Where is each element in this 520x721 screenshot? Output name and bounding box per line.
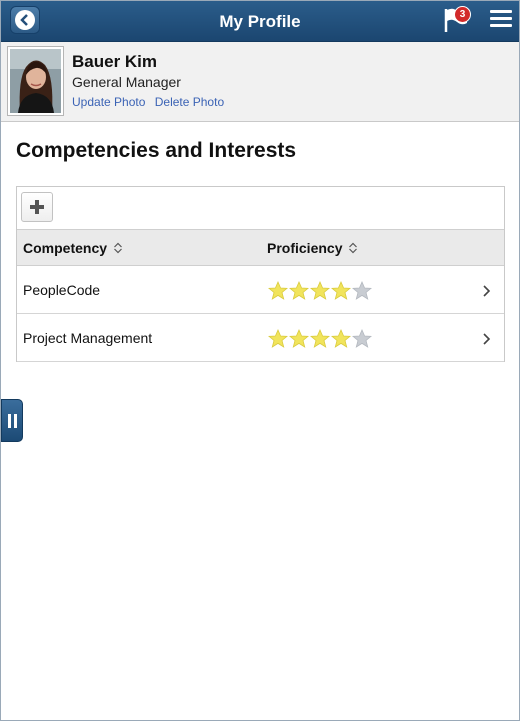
side-panel-toggle[interactable] [1,399,23,442]
grid-header-row: Competency Proficiency [17,229,504,266]
star-filled-icon [310,281,330,300]
profile-banner: Bauer Kim General Manager Update Photo D… [1,42,519,122]
star-empty-icon [352,281,372,300]
proficiency-column-label: Proficiency [267,240,343,256]
competency-name: Project Management [23,330,153,346]
photo-links: Update Photo Delete Photo [72,95,230,109]
sort-icon [349,242,358,254]
star-empty-icon [352,329,372,348]
star-filled-icon [331,281,351,300]
proficiency-stars [268,329,373,348]
star-filled-icon [289,329,309,348]
profile-job-title: General Manager [72,74,181,90]
table-row[interactable]: PeopleCode [17,266,504,314]
star-filled-icon [289,281,309,300]
competency-column-label: Competency [23,240,108,256]
sort-icon [114,242,122,254]
plus-icon [30,200,44,214]
page-title: My Profile [219,12,301,31]
profile-name: Bauer Kim [72,52,158,71]
competencies-grid: Competency Proficiency PeopleCode Projec… [16,186,505,362]
proficiency-column-header[interactable]: Proficiency [267,240,358,256]
star-filled-icon [331,329,351,348]
competency-column-header[interactable]: Competency [23,240,123,256]
star-filled-icon [310,329,330,348]
hamburger-menu-icon[interactable] [490,10,512,30]
star-filled-icon [268,329,288,348]
avatar[interactable] [7,46,64,116]
proficiency-stars [268,281,373,300]
section-title: Competencies and Interests [16,139,297,162]
table-row[interactable]: Project Management [17,314,504,362]
add-competency-button[interactable] [21,192,53,222]
delete-photo-link[interactable]: Delete Photo [155,95,224,109]
app-header: My Profile 3 [1,1,519,42]
chevron-right-icon [483,285,491,297]
profile-photo [10,49,61,113]
chevron-right-icon [483,333,491,345]
competency-name: PeopleCode [23,282,101,298]
notification-count-badge: 3 [454,6,471,23]
star-filled-icon [268,281,288,300]
update-photo-link[interactable]: Update Photo [72,95,145,109]
